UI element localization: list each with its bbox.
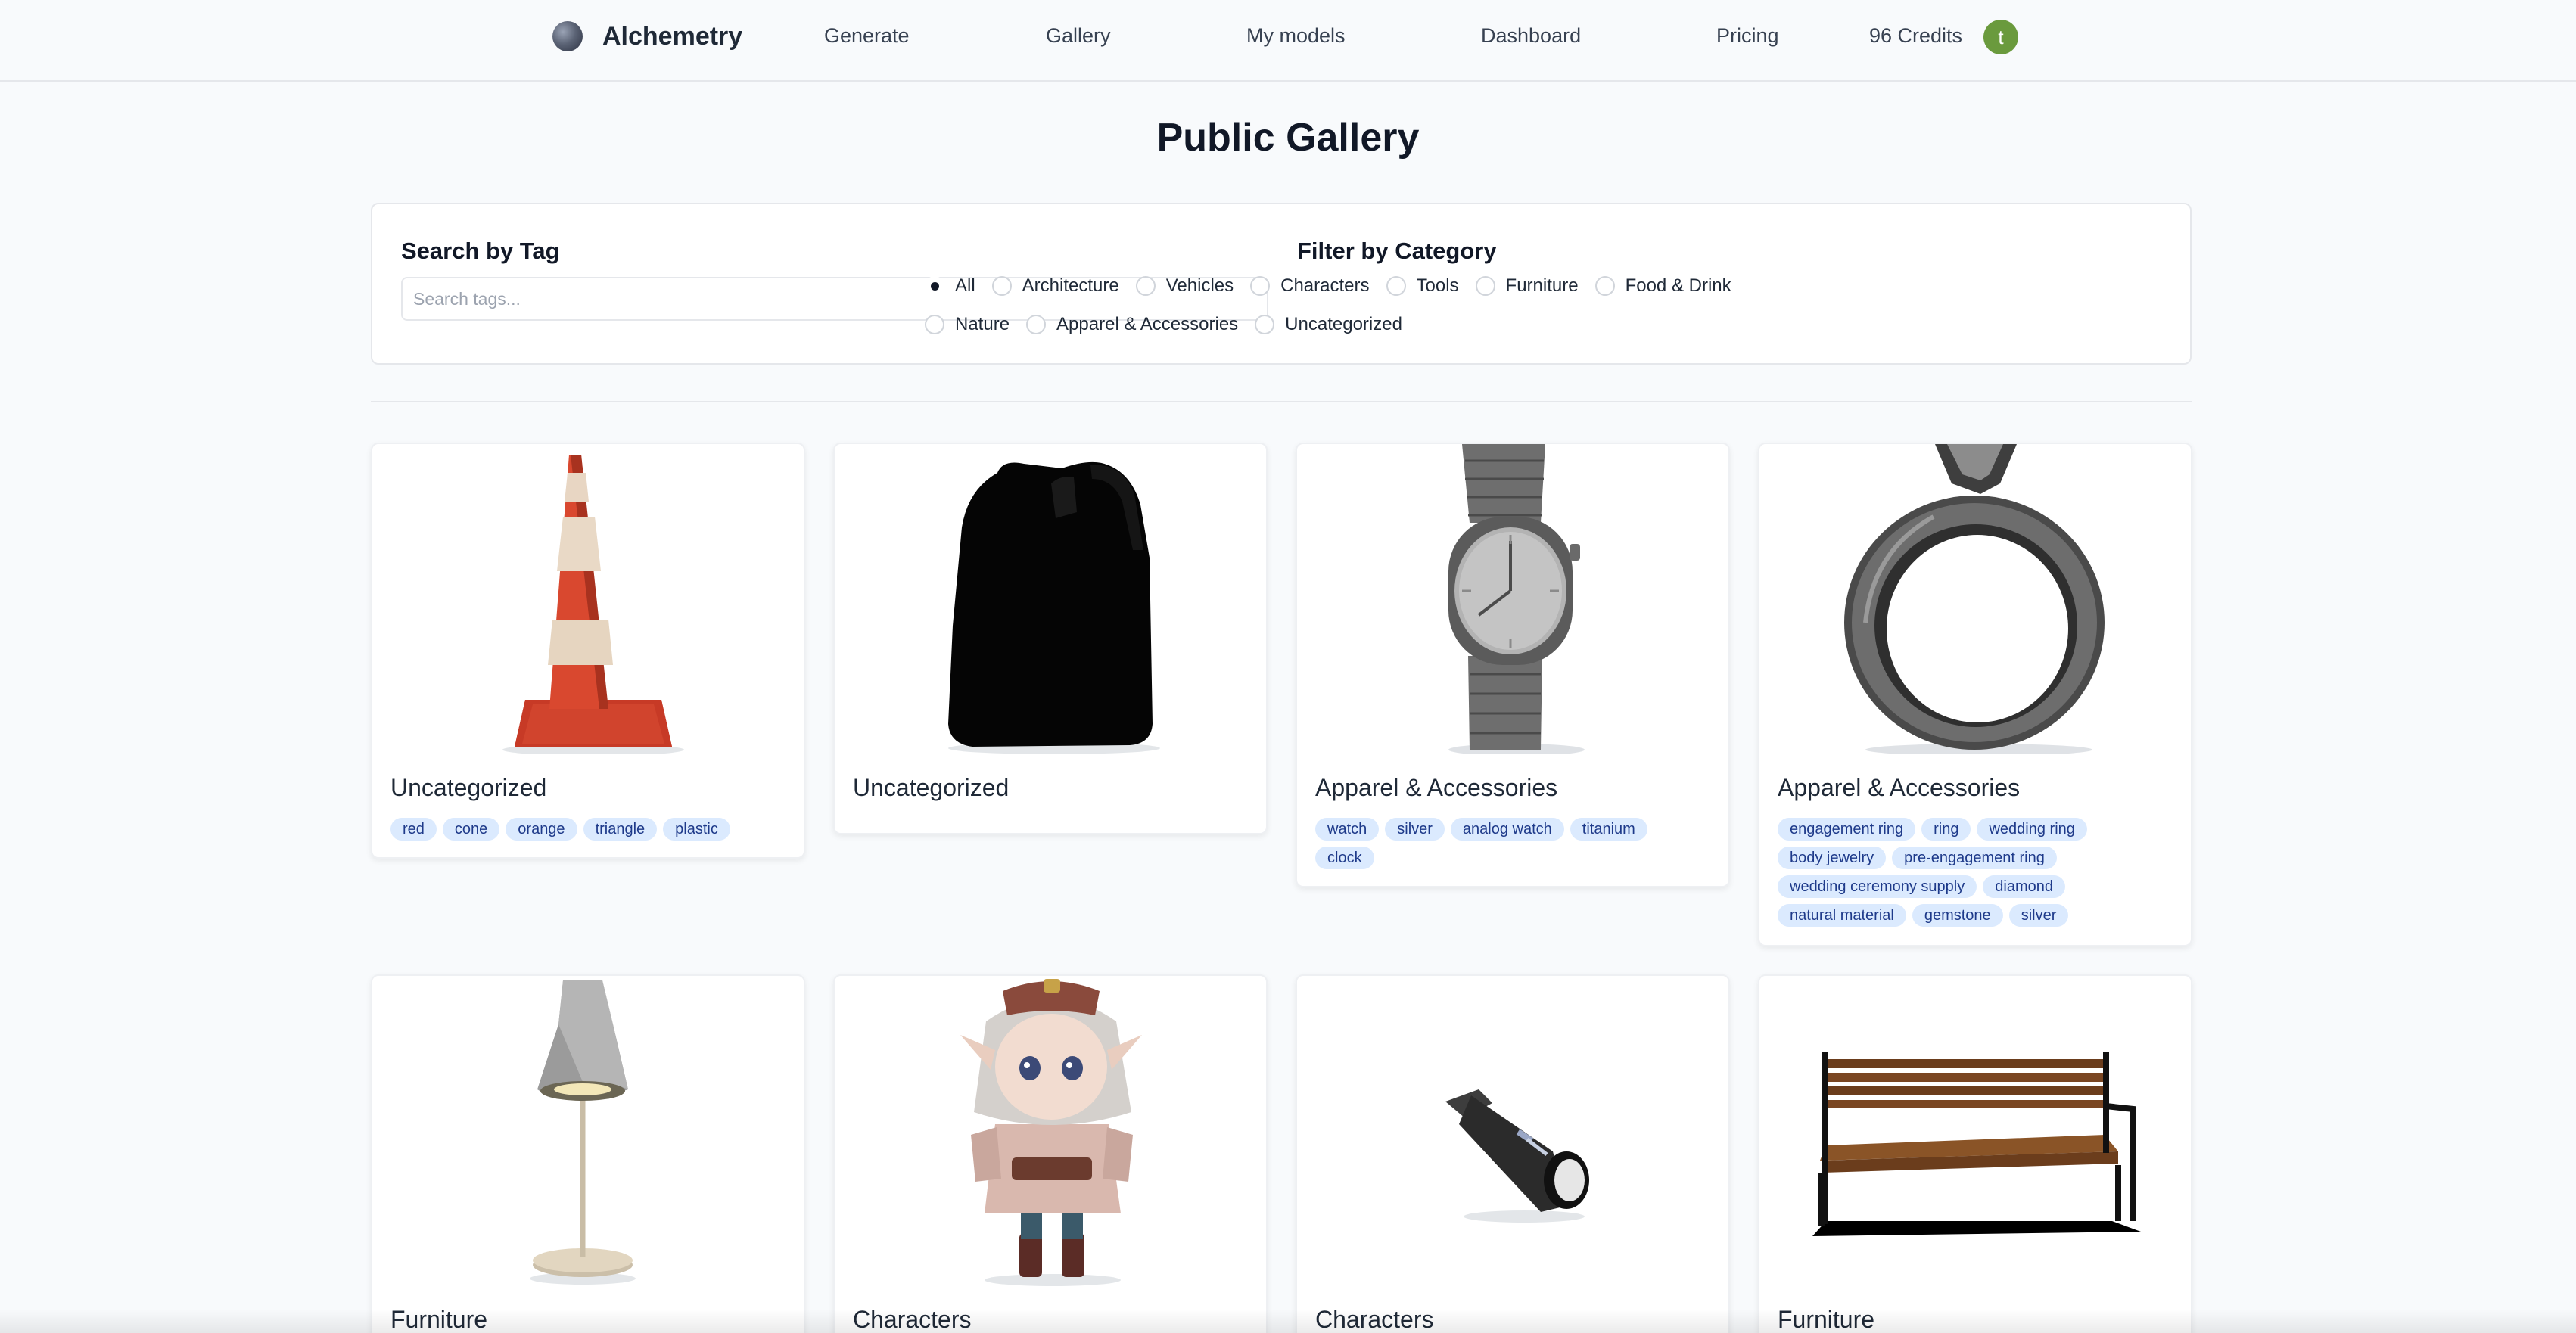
radio-unchecked-icon[interactable]: [925, 315, 944, 334]
gallery-card[interactable]: Characters: [833, 974, 1268, 1333]
category-option-characters[interactable]: Characters: [1250, 275, 1370, 297]
brand-logo-icon: [552, 21, 583, 51]
card-tag-list: engagement ring ring wedding ring body j…: [1778, 818, 2179, 933]
category-option-label: Characters: [1280, 275, 1370, 296]
card-category-title: Characters: [1315, 1306, 1434, 1333]
category-option-furniture[interactable]: Furniture: [1475, 275, 1579, 297]
category-option-nature[interactable]: Nature: [925, 314, 1010, 335]
category-option-label: Uncategorized: [1285, 314, 1402, 334]
tag-chip[interactable]: plastic: [663, 818, 730, 841]
gallery-card[interactable]: Characters: [1296, 974, 1730, 1333]
tag-chip[interactable]: pre-engagement ring: [1892, 847, 2057, 869]
brand-link[interactable]: Alchemetry: [552, 21, 742, 51]
tag-chip[interactable]: diamond: [1983, 875, 2065, 898]
gallery-card[interactable]: Uncategorized: [833, 443, 1268, 834]
gallery-card[interactable]: Furniture: [371, 974, 805, 1333]
card-category-title: Apparel & Accessories: [1315, 774, 1558, 801]
category-option-uncategorized[interactable]: Uncategorized: [1255, 314, 1402, 335]
card-tag-list: watch silver analog watch titanium clock: [1315, 818, 1716, 875]
category-option-architecture[interactable]: Architecture: [991, 275, 1119, 297]
bench-thumbnail: [1812, 1052, 2141, 1236]
gallery-card[interactable]: Apparel & Accessories watch silver analo…: [1296, 443, 1730, 887]
card-category-title: Characters: [853, 1306, 972, 1333]
brand-name: Alchemetry: [602, 21, 743, 51]
tag-chip[interactable]: wedding ring: [1977, 818, 2087, 841]
nav-link-pricing[interactable]: Pricing: [1716, 24, 1779, 48]
radio-unchecked-icon[interactable]: [1250, 276, 1271, 296]
radio-unchecked-icon[interactable]: [1135, 276, 1156, 296]
category-option-label: Furniture: [1505, 275, 1579, 296]
credits-counter: 96 Credits: [1869, 24, 1963, 47]
category-option-label: Nature: [955, 314, 1010, 334]
category-option-label: Tools: [1416, 275, 1459, 296]
nav-link-dashboard[interactable]: Dashboard: [1481, 24, 1581, 48]
tag-chip[interactable]: body jewelry: [1778, 847, 1887, 869]
category-option-vehicles[interactable]: Vehicles: [1135, 275, 1234, 297]
tag-chip[interactable]: triangle: [583, 818, 658, 841]
tag-chip[interactable]: red: [390, 818, 437, 841]
lamp-thumbnail: [530, 980, 636, 1285]
top-navbar: Alchemetry Generate Gallery My models Da…: [0, 0, 2576, 82]
radio-unchecked-icon[interactable]: [1026, 315, 1047, 334]
nav-link-gallery[interactable]: Gallery: [1046, 24, 1111, 48]
card-category-title: Uncategorized: [390, 774, 547, 801]
nav-link-generate[interactable]: Generate: [824, 24, 910, 48]
tag-chip[interactable]: gemstone: [1912, 904, 2003, 927]
radio-checked-icon[interactable]: [925, 276, 944, 296]
watch-thumbnail: [1448, 444, 1585, 754]
card-category-title: Apparel & Accessories: [1778, 774, 2021, 801]
tag-chip[interactable]: orange: [506, 818, 577, 841]
gallery-card[interactable]: Uncategorized red cone orange triangle p…: [371, 443, 805, 859]
filter-by-category-heading: Filter by Category: [1297, 238, 1497, 264]
tag-chip[interactable]: silver: [2008, 904, 2069, 927]
backpack-thumbnail: [948, 461, 1160, 754]
tag-chip[interactable]: cone: [442, 818, 500, 841]
section-divider: [371, 401, 2192, 402]
tag-chip[interactable]: clock: [1315, 847, 1374, 869]
tag-chip[interactable]: engagement ring: [1778, 818, 1916, 841]
nav-link-my-models[interactable]: My models: [1246, 24, 1346, 48]
category-option-apparel-accessories[interactable]: Apparel & Accessories: [1026, 314, 1238, 335]
tag-chip[interactable]: watch: [1315, 818, 1380, 841]
tag-chip[interactable]: natural material: [1778, 904, 1906, 927]
category-option-label: All: [955, 275, 975, 296]
gallery-card[interactable]: Apparel & Accessories engagement ring ri…: [1758, 443, 2192, 946]
tag-chip[interactable]: ring: [1921, 818, 1971, 841]
traffic-cone-thumbnail: [502, 455, 684, 754]
card-category-title: Furniture: [390, 1306, 488, 1333]
lightsaber-thumbnail: [1445, 1089, 1589, 1223]
category-option-label: Food & Drink: [1625, 275, 1731, 296]
radio-unchecked-icon[interactable]: [1255, 315, 1275, 334]
category-radio-row-1: All Architecture Vehicles Characters Too…: [925, 275, 1731, 297]
page-title: Public Gallery: [1156, 116, 1420, 160]
radio-unchecked-icon[interactable]: [991, 276, 1012, 296]
radio-unchecked-icon[interactable]: [1475, 276, 1495, 296]
ring-thumbnail: [1844, 444, 2105, 754]
card-category-title: Uncategorized: [853, 774, 1010, 801]
character-thumbnail: [960, 979, 1142, 1286]
category-option-label: Apparel & Accessories: [1056, 314, 1239, 334]
category-option-label: Vehicles: [1165, 275, 1234, 296]
radio-unchecked-icon[interactable]: [1594, 276, 1615, 296]
category-option-food-drink[interactable]: Food & Drink: [1594, 275, 1731, 297]
radio-unchecked-icon[interactable]: [1386, 276, 1406, 296]
tag-chip[interactable]: wedding ceremony supply: [1778, 875, 1977, 898]
card-tag-list: red cone orange triangle plastic: [390, 818, 792, 847]
category-radio-row-2: Nature Apparel & Accessories Uncategoriz…: [925, 314, 1420, 335]
category-option-all[interactable]: All: [925, 275, 975, 297]
tag-chip[interactable]: analog watch: [1450, 818, 1564, 841]
category-option-label: Architecture: [1022, 275, 1119, 296]
card-category-title: Furniture: [1778, 1306, 1875, 1333]
user-avatar[interactable]: t: [1983, 20, 2018, 54]
gallery-card[interactable]: Furniture: [1758, 974, 2192, 1333]
search-by-tag-heading: Search by Tag: [401, 238, 560, 264]
tag-chip[interactable]: silver: [1385, 818, 1445, 841]
category-option-tools[interactable]: Tools: [1386, 275, 1459, 297]
tag-chip[interactable]: titanium: [1570, 818, 1647, 841]
